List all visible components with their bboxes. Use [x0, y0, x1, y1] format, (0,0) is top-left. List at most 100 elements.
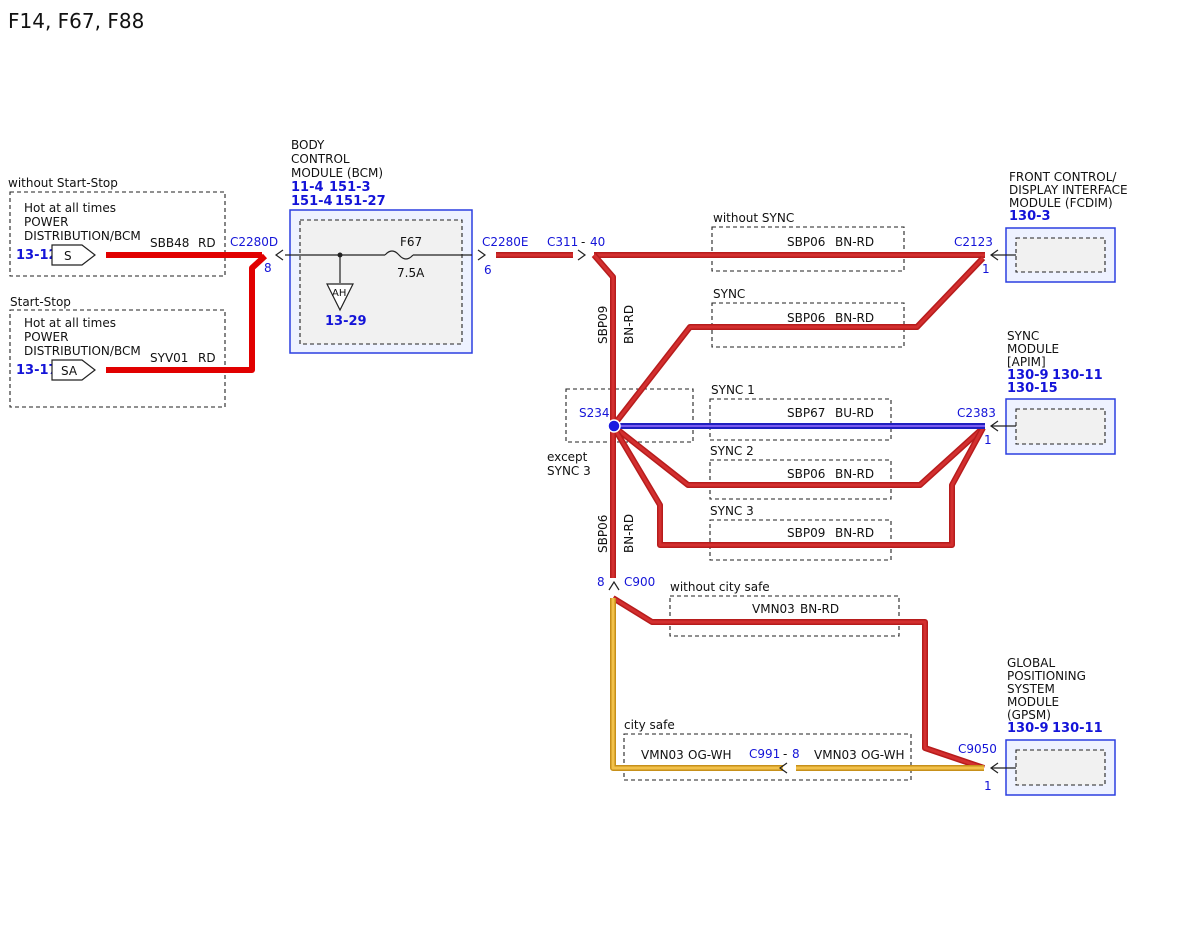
bcm-line3: MODULE (BCM) — [291, 166, 383, 180]
connector-c2280d: C2280D — [230, 235, 278, 249]
connector-c2383: C2383 — [957, 406, 996, 420]
gpsm-module: GLOBAL POSITIONING SYSTEM MODULE (GPSM) … — [958, 656, 1116, 796]
connector-label: SA — [61, 364, 78, 378]
branch-circuit: VMN03 — [641, 748, 684, 762]
gpsm-inner — [1015, 749, 1106, 786]
branch-color: BU-RD — [835, 406, 874, 420]
fcdim-inner — [1015, 237, 1106, 273]
bcm-line2: CONTROL — [291, 152, 350, 166]
module-line2: MODULE — [1007, 342, 1059, 356]
wire-color-label: RD — [198, 236, 216, 250]
branch-title: city safe — [624, 718, 675, 732]
except-label: except — [547, 450, 588, 464]
source-line2: POWER — [24, 330, 68, 344]
module-line1: FRONT CONTROL/ — [1009, 170, 1117, 184]
source-title: Start-Stop — [10, 295, 71, 309]
branch-color: OG-WH — [861, 748, 904, 762]
source-line3: DISTRIBUTION/BCM — [24, 229, 141, 243]
bcm-ref-link[interactable]: 151-3 — [329, 180, 371, 195]
branch-circuit: SBP09 — [787, 526, 825, 540]
connector-dash: - — [783, 747, 787, 761]
branch-title: SYNC 1 — [711, 383, 755, 397]
wire-sync — [610, 255, 986, 428]
connector-c2280e: C2280E — [482, 235, 529, 249]
connector-label: S — [64, 249, 72, 263]
branch-circuit: SBP06 — [787, 235, 825, 249]
pin-number: 8 — [264, 261, 272, 275]
wiring-diagram: F14, F67, F88 without Start-Stop Hot at … — [8, 9, 1128, 796]
pin-number: 1 — [984, 433, 992, 447]
branch-circuit: VMN03 — [752, 602, 795, 616]
source-ref-link[interactable]: 13-12 — [16, 248, 58, 263]
pin-number: 8 — [792, 747, 800, 761]
branch-circuit: VMN03 — [814, 748, 857, 762]
bcm-module: BODY CONTROL MODULE (BCM) 11-4 151-3 151… — [230, 138, 529, 354]
source-line3: DISTRIBUTION/BCM — [24, 344, 141, 358]
branch-circuit: SBP67 — [787, 406, 825, 420]
branch-color: OG-WH — [688, 748, 731, 762]
bcm-ref-link[interactable]: 11-4 — [291, 180, 324, 195]
source-line1: Hot at all times — [24, 201, 116, 215]
branch-color: BN-RD — [835, 467, 874, 481]
red-wire-group — [591, 252, 986, 771]
branch-color: BN-RD — [835, 311, 874, 325]
source-start-stop: Start-Stop Hot at all times POWER DISTRI… — [9, 295, 226, 408]
connector-c9050: C9050 — [958, 742, 997, 756]
wire-color-label: RD — [198, 351, 216, 365]
except-label: SYNC 3 — [547, 464, 591, 478]
branch-color: BN-RD — [835, 526, 874, 540]
module-line2: DISPLAY INTERFACE — [1009, 183, 1128, 197]
branch-title: SYNC 2 — [710, 444, 754, 458]
connector-c900: C900 — [624, 575, 655, 589]
splice-point — [607, 419, 621, 433]
pin-number: 8 — [597, 575, 605, 589]
branch-circuit: SBP06 — [787, 311, 825, 325]
module-line1: SYNC — [1007, 329, 1039, 343]
connector-arrow-icon — [477, 249, 487, 261]
bcm-ref-link[interactable]: 151-27 — [335, 194, 386, 209]
bcm-ref-link[interactable]: 151-4 — [291, 194, 333, 209]
ground-ref-link[interactable]: 13-29 — [325, 314, 367, 329]
circuit-label: SYV01 — [150, 351, 188, 365]
circuit-label: SBB48 — [150, 236, 189, 250]
ground-label: AH — [332, 288, 346, 299]
branch-title: SYNC 3 — [710, 504, 754, 518]
module-line3: [APIM] — [1007, 355, 1046, 369]
connector-dash: - — [581, 235, 585, 249]
module-line3: SYSTEM — [1007, 682, 1055, 696]
branch-box-without-sync — [711, 226, 905, 272]
module-ref-link[interactable]: 130-11 — [1052, 721, 1103, 736]
source-line2: POWER — [24, 215, 68, 229]
module-ref-link[interactable]: 130-15 — [1007, 381, 1058, 396]
module-ref-link[interactable]: 130-3 — [1009, 209, 1051, 224]
vertical-circuit-label: SBP06 — [596, 515, 610, 553]
bcm-line1: BODY — [291, 138, 325, 152]
vertical-circuit-label: SBP09 — [596, 306, 610, 344]
module-ref-link[interactable]: 130-11 — [1052, 368, 1103, 383]
connector-arrow-icon — [274, 249, 284, 261]
branch-color: BN-RD — [800, 602, 839, 616]
pin-number: 6 — [484, 263, 492, 277]
branch-title: without city safe — [670, 580, 770, 594]
branch-title: without SYNC — [713, 211, 794, 225]
module-line4: MODULE — [1007, 695, 1059, 709]
connector-s-icon — [51, 244, 96, 266]
connector-c2123: C2123 — [954, 235, 993, 249]
page-title: F14, F67, F88 — [8, 9, 144, 33]
pin-number: 40 — [590, 235, 605, 249]
branch-circuit: SBP06 — [787, 467, 825, 481]
source-ref-link[interactable]: 13-17 — [16, 363, 58, 378]
pin-number: 1 — [984, 779, 992, 793]
source-line1: Hot at all times — [24, 316, 116, 330]
splice-label: S234 — [579, 406, 610, 420]
module-line5: (GPSM) — [1007, 708, 1051, 722]
module-line1: GLOBAL — [1007, 656, 1055, 670]
connector-c991: C991 — [749, 747, 780, 761]
sync-inner — [1015, 408, 1106, 445]
module-ref-link[interactable]: 130-9 — [1007, 721, 1049, 736]
vertical-color-label: BN-RD — [622, 514, 636, 553]
connector-arrow-icon — [608, 580, 620, 591]
module-line2: POSITIONING — [1007, 669, 1086, 683]
vertical-color-label: BN-RD — [622, 305, 636, 344]
source-without-start-stop: without Start-Stop Hot at all times POWE… — [8, 176, 226, 277]
